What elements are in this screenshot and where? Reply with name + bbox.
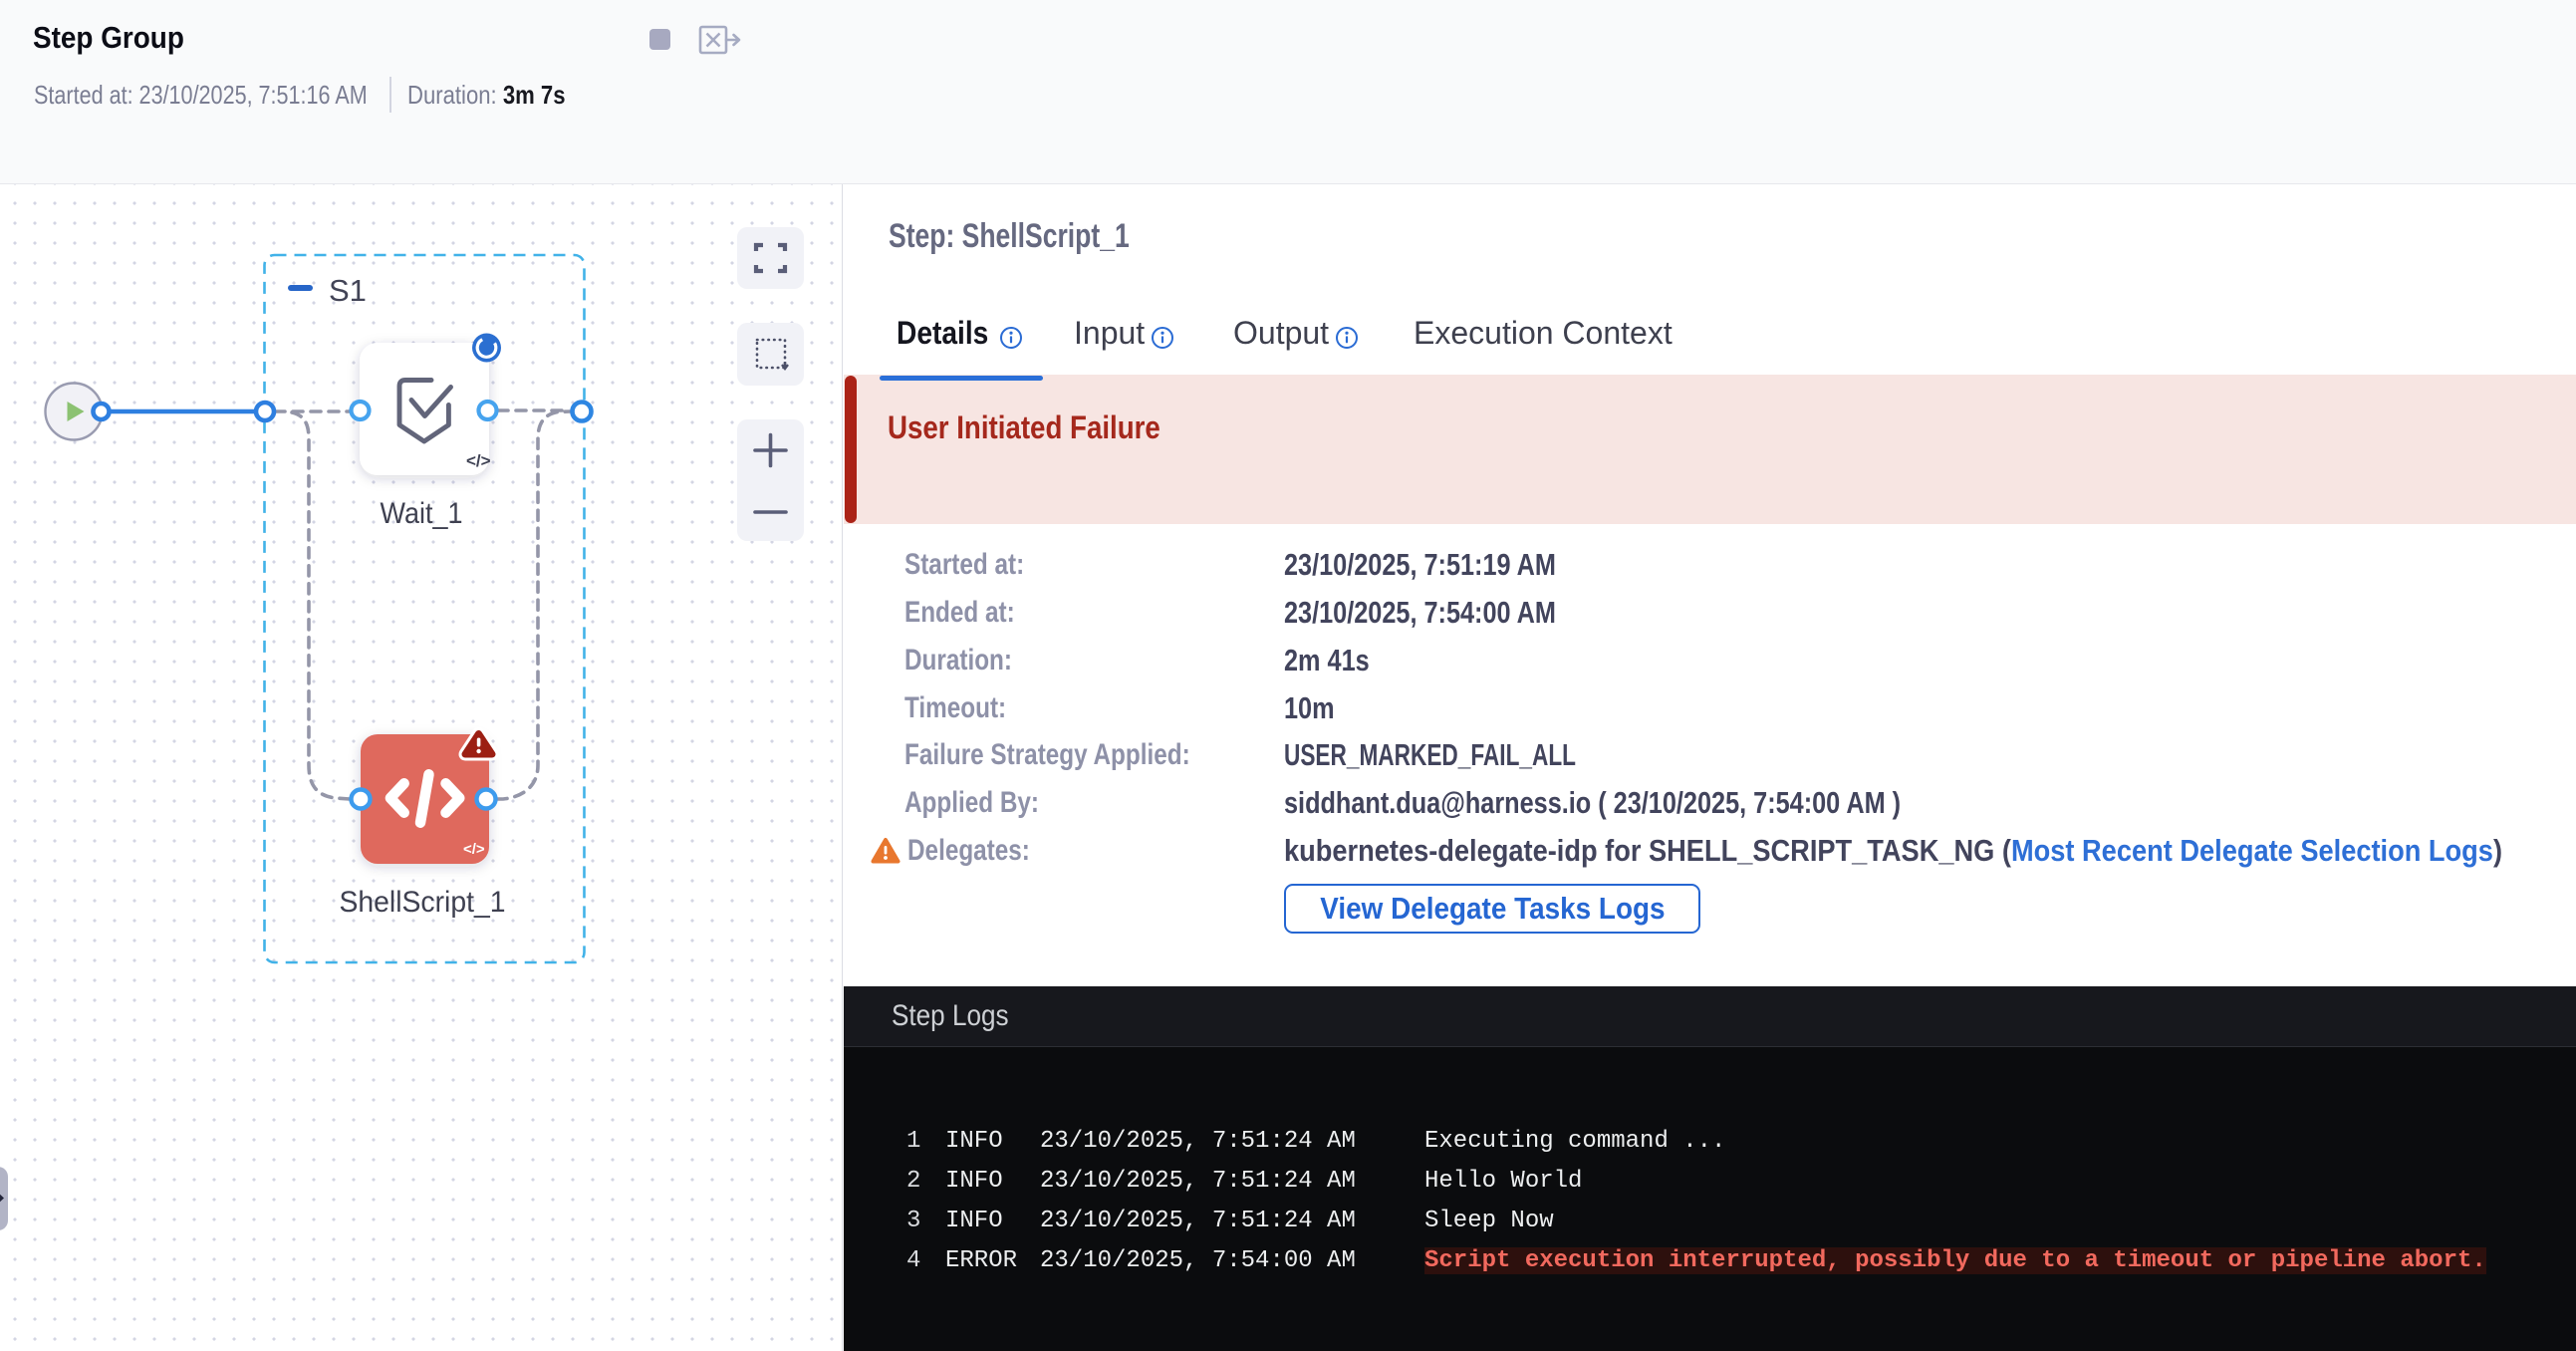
svg-text:</>: </> <box>463 841 485 858</box>
svg-text:</>: </> <box>466 451 491 470</box>
svg-text:S1: S1 <box>329 273 367 308</box>
svg-text:Wait_1: Wait_1 <box>381 497 463 530</box>
svg-text:ShellScript_1: ShellScript_1 <box>340 886 506 919</box>
